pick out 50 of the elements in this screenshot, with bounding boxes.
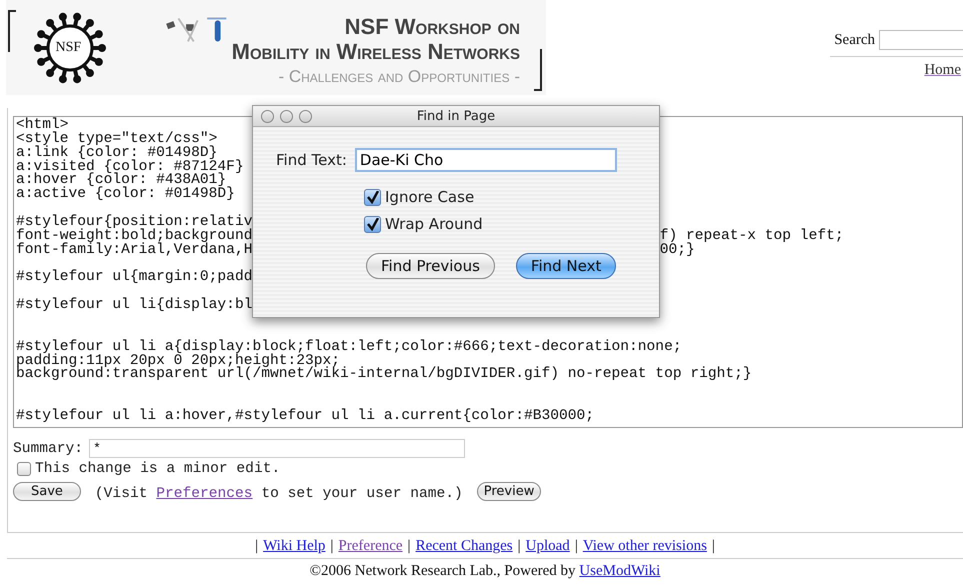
minimize-icon[interactable] <box>280 110 293 122</box>
preferences-link[interactable]: Preferences <box>156 486 253 502</box>
summary-label: Summary: <box>13 440 84 456</box>
banner-title: NSF Workshop on <box>344 14 520 38</box>
code-line: #stylefour ul{margin:0;padd <box>16 271 252 286</box>
home-link[interactable]: Home <box>924 62 961 79</box>
separator: | <box>255 538 258 555</box>
separator: | <box>518 538 521 555</box>
find-text-label: Find Text: <box>276 151 347 169</box>
summary-field[interactable]: * <box>89 439 466 458</box>
code-line: font-family:Arial,Verdana,H <box>16 244 252 258</box>
save-button[interactable]: Save <box>13 482 81 500</box>
separator: | <box>408 538 411 555</box>
option-label: Wrap Around <box>385 215 483 233</box>
bracket-icon <box>534 49 542 91</box>
footer-link[interactable]: Preference <box>338 538 403 555</box>
search-field[interactable] <box>879 30 963 50</box>
footer-link[interactable]: View other revisions <box>582 538 707 555</box>
copyright-text: ©2006 Network Research Lab., Powered by UseModWiki <box>310 562 660 580</box>
find-text-field[interactable]: Dae-Ki Cho <box>354 148 617 172</box>
preview-button[interactable]: Preview <box>476 482 542 500</box>
find-previous-button[interactable]: Find Previous <box>366 253 495 279</box>
code-line: padding:11px 20px 0 20px;height:23px; <box>16 354 340 368</box>
option-checkbox[interactable] <box>364 188 381 206</box>
search-label: Search <box>834 32 875 48</box>
footer-link[interactable]: Recent Changes <box>416 538 513 555</box>
logo-text: NSF <box>55 40 82 56</box>
separator: | <box>712 538 715 555</box>
banner-title: Mobility in Wireless Networks <box>232 38 520 64</box>
footer-link[interactable]: Upload <box>526 538 570 555</box>
close-icon[interactable] <box>261 110 274 122</box>
dialog-title: Find in Page <box>416 108 496 124</box>
minor-edit-label: This change is a minor edit. <box>35 461 280 477</box>
code-line: #stylefour ul li a:hover,#stylefour ul li a.current{color:#B30000; <box>16 410 594 424</box>
code-line: 00;} <box>660 244 695 258</box>
separator: | <box>574 538 578 555</box>
code-line: #stylefour ul li{display:bl <box>16 299 252 314</box>
option-label: Ignore Case <box>385 188 474 206</box>
code-line: background:transparent url(/mwnet/wiki-internal/bgDIVIDER.gif) no-repeat top right;} <box>16 368 752 382</box>
usemodwiki-link[interactable]: UseModWiki <box>579 563 660 579</box>
bracket-icon <box>8 10 16 52</box>
find-next-button[interactable]: Find Next <box>516 253 616 279</box>
minor-edit-checkbox[interactable] <box>17 462 31 476</box>
option-checkbox[interactable] <box>364 216 381 232</box>
separator: | <box>330 538 334 555</box>
banner-title: - Challenges and Opportunities - <box>278 66 520 88</box>
code-line: a:active {color: #01498D} <box>16 188 235 202</box>
footer-link[interactable]: Wiki Help <box>263 538 326 555</box>
zoom-icon[interactable] <box>299 110 312 122</box>
preferences-note: (Visit Preferences to set your user name.) <box>94 486 463 502</box>
